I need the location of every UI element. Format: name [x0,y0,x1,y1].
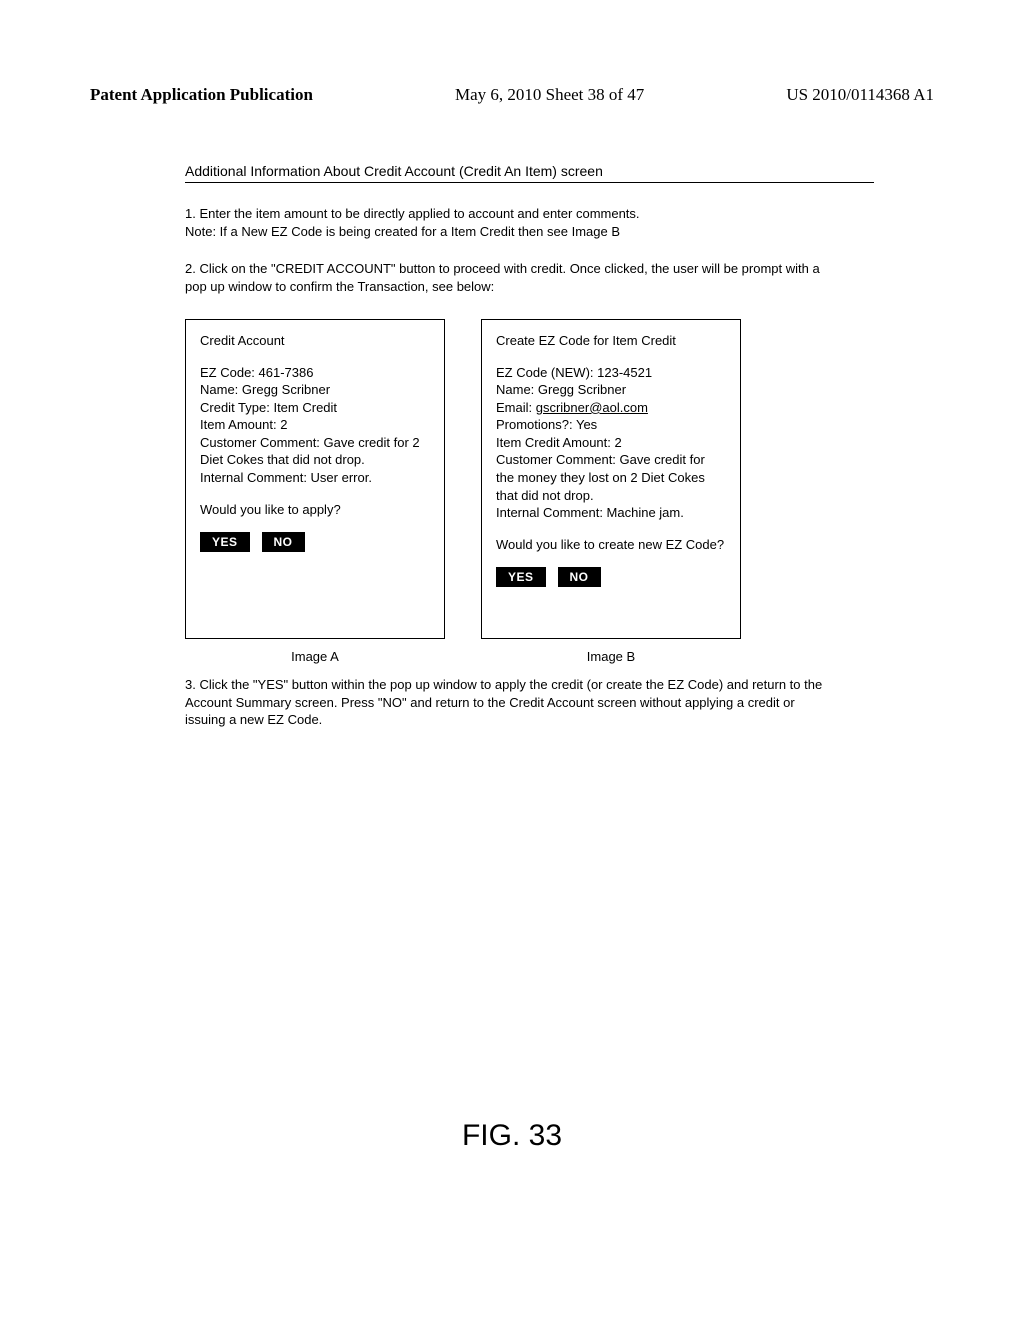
dialog-b-ez: EZ Code (NEW): 123-4521 [496,365,652,380]
step-1: 1. Enter the item amount to be directly … [185,205,825,240]
dialog-b-caption: Image B [587,649,635,664]
dialog-a-amount: Item Amount: 2 [200,417,287,432]
section-title: Additional Information About Credit Acco… [185,163,874,179]
dialog-b-promo: Promotions?: Yes [496,417,597,432]
dialog-a-prompt: Would you like to apply? [200,501,430,519]
dialog-b-details: EZ Code (NEW): 123-4521 Name: Gregg Scri… [496,364,726,522]
step-2: 2. Click on the "CREDIT ACCOUNT" button … [185,260,825,295]
header-left: Patent Application Publication [90,85,313,105]
dialog-b-box: Create EZ Code for Item Credit EZ Code (… [481,319,741,639]
step-1-line-b: Note: If a New EZ Code is being created … [185,224,620,239]
dialog-b-internal: Internal Comment: Machine jam. [496,505,684,520]
header-right: US 2010/0114368 A1 [786,85,934,105]
dialog-b-buttons: YES NO [496,567,726,587]
dialog-b-email-value: gscribner@aol.com [536,400,648,415]
dialog-b-name: Name: Gregg Scribner [496,382,626,397]
dialog-b-prompt: Would you like to create new EZ Code? [496,536,726,554]
dialog-b-body: EZ Code (NEW): 123-4521 Name: Gregg Scri… [496,364,726,587]
dialog-a-buttons: YES NO [200,532,430,552]
dialog-a-details: EZ Code: 461-7386 Name: Gregg Scribner C… [200,364,430,487]
dialogs-row: Credit Account EZ Code: 461-7386 Name: G… [185,319,874,664]
page-container: Patent Application Publication May 6, 20… [0,0,1024,1213]
dialog-a-ez: EZ Code: 461-7386 [200,365,313,380]
step-3: 3. Click the "YES" button within the pop… [185,676,825,729]
dialog-b-yes-button[interactable]: YES [496,567,546,587]
figure-label: FIG. 33 [90,1119,934,1153]
dialog-b-amount: Item Credit Amount: 2 [496,435,622,450]
dialog-a-caption: Image A [291,649,339,664]
dialog-a-col: Credit Account EZ Code: 461-7386 Name: G… [185,319,445,664]
dialog-b-col: Create EZ Code for Item Credit EZ Code (… [481,319,741,664]
content-wrap: Additional Information About Credit Acco… [90,163,934,729]
dialog-a-box: Credit Account EZ Code: 461-7386 Name: G… [185,319,445,639]
dialog-a-body: EZ Code: 461-7386 Name: Gregg Scribner C… [200,364,430,552]
dialog-b-email-label: Email: [496,400,536,415]
dialog-b-title: Create EZ Code for Item Credit [496,332,726,350]
dialog-a-internal: Internal Comment: User error. [200,470,372,485]
dialog-a-ctype: Credit Type: Item Credit [200,400,337,415]
dialog-a-title: Credit Account [200,332,430,350]
section-underline [185,182,874,183]
dialog-a-name: Name: Gregg Scribner [200,382,330,397]
dialog-a-yes-button[interactable]: YES [200,532,250,552]
page-header: Patent Application Publication May 6, 20… [90,85,934,105]
dialog-a-no-button[interactable]: NO [262,532,305,552]
header-center: May 6, 2010 Sheet 38 of 47 [455,85,644,105]
dialog-b-cust: Customer Comment: Gave credit for the mo… [496,452,705,502]
dialog-b-no-button[interactable]: NO [558,567,601,587]
step-1-line-a: 1. Enter the item amount to be directly … [185,206,640,221]
dialog-a-cust: Customer Comment: Gave credit for 2 Diet… [200,435,420,468]
